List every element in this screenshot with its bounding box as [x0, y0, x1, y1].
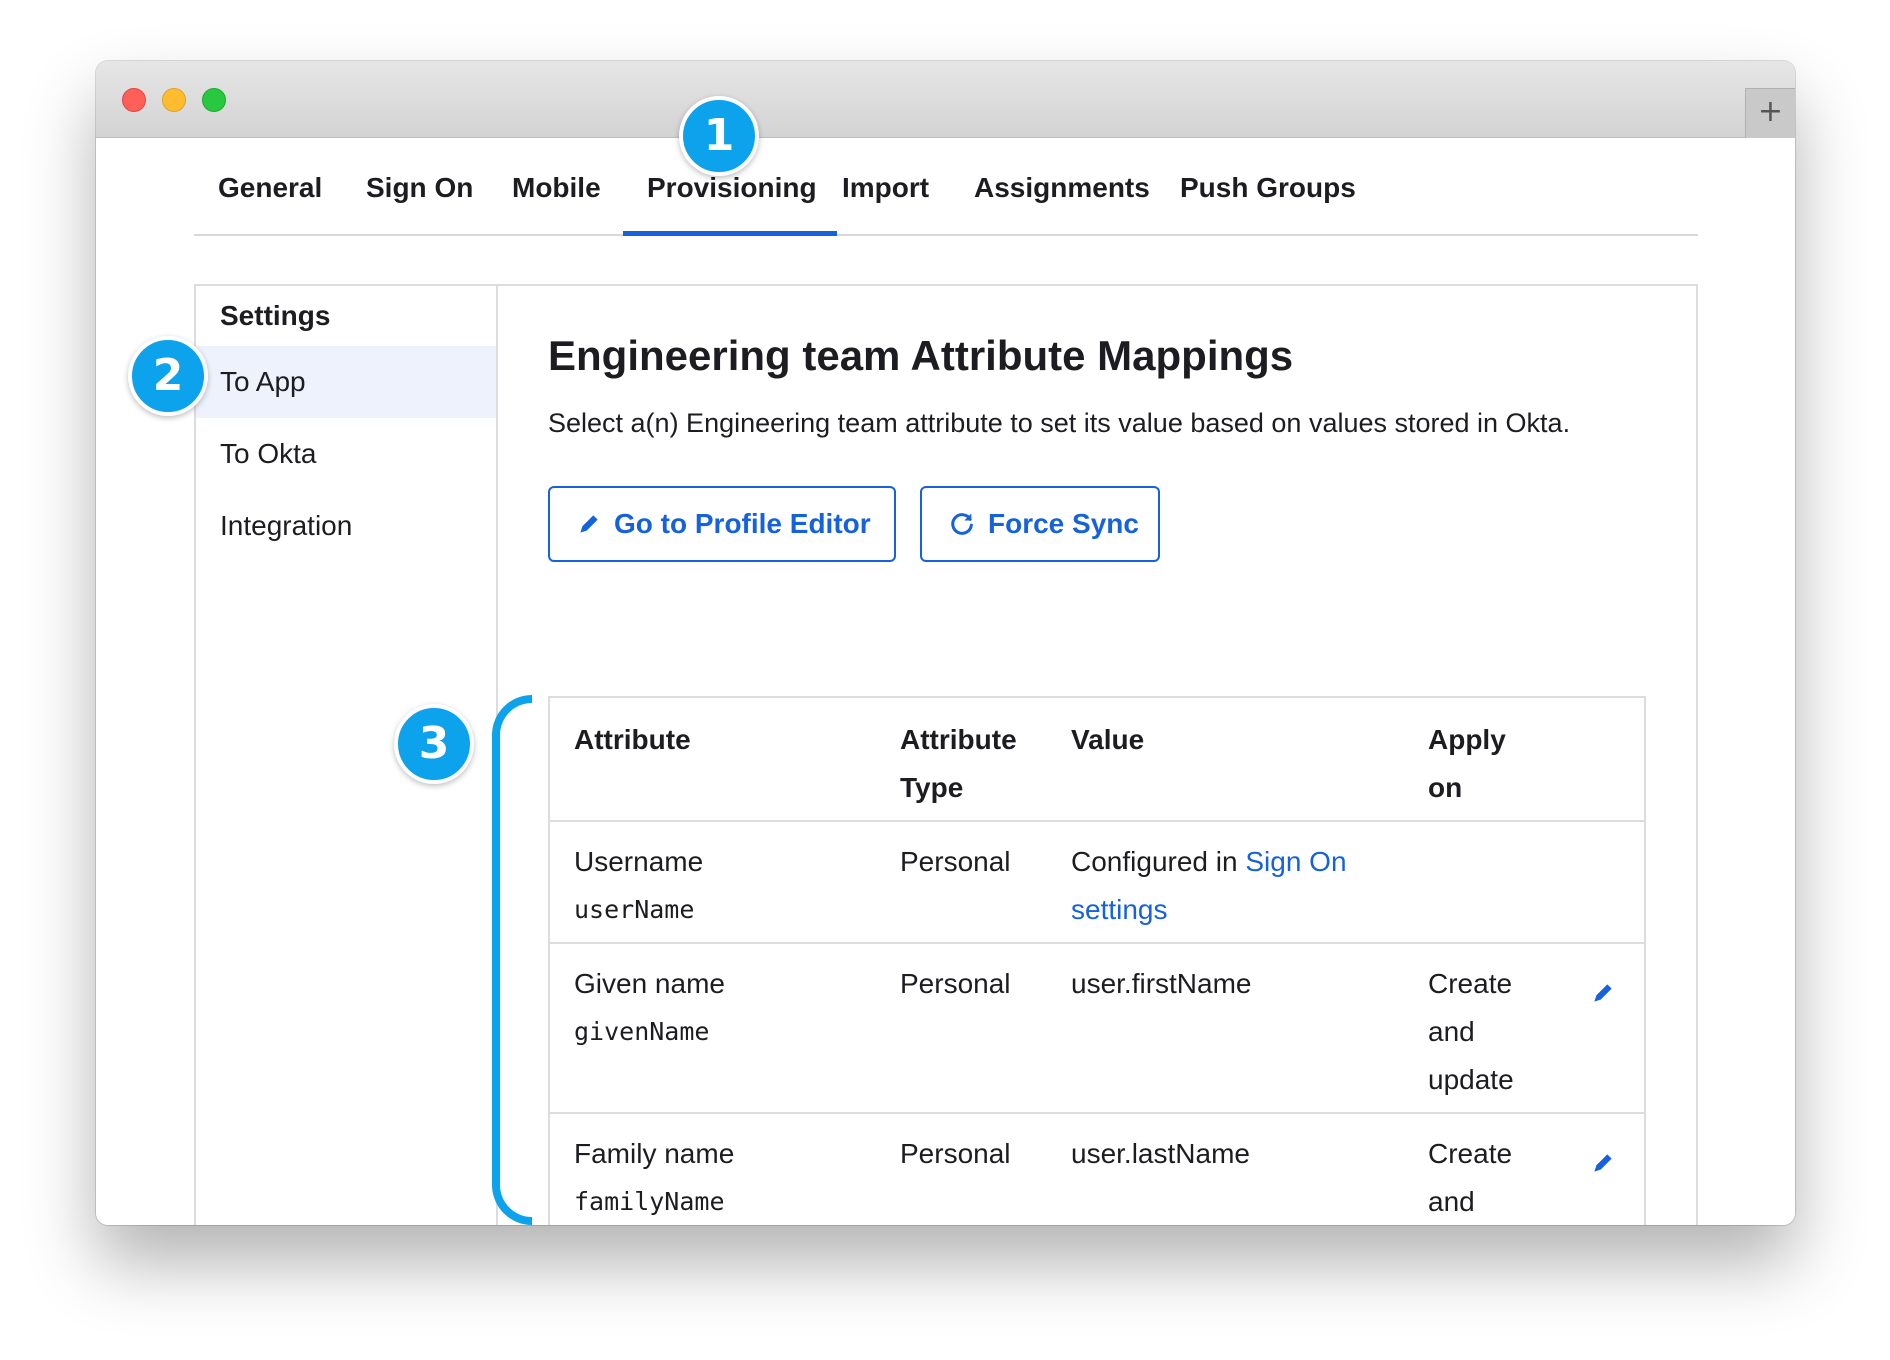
force-sync-button[interactable]: Force Sync [920, 486, 1160, 562]
attribute-name: Username [574, 846, 704, 877]
value-cell: user.firstName [1071, 968, 1252, 999]
callout-bracket [492, 695, 532, 1225]
pencil-icon[interactable] [1590, 1150, 1616, 1176]
attribute-type-cell: Personal [900, 1138, 1011, 1169]
attribute-name: Family name [574, 1138, 735, 1169]
sign-on-settings-link[interactable]: Sign On [1245, 846, 1346, 877]
tab-push-groups[interactable]: Push Groups [1156, 138, 1380, 236]
callout-badge-3: 3 [394, 704, 474, 784]
zoom-window-button[interactable] [202, 88, 226, 112]
attribute-cell: Given name givenName [574, 960, 725, 1056]
browser-window: + General Sign On Mobile Provisioning Im… [96, 61, 1795, 1225]
header-attribute-type-line2: Type [900, 772, 964, 803]
apply-on-cell: Create and [1428, 1130, 1512, 1225]
table-row: Family name familyName Personal user.las… [550, 1114, 1644, 1225]
sidebar-heading: Settings [220, 300, 331, 331]
value-cell: user.lastName [1071, 1138, 1250, 1169]
page-title: Engineering team Attribute Mappings [548, 332, 1294, 379]
pencil-icon[interactable] [1590, 980, 1616, 1006]
value-cell: Configured in Sign On settings [1071, 838, 1347, 934]
value-prefix: Configured in [1071, 846, 1246, 877]
callout-badge-2: 2 [128, 336, 208, 416]
tab-general[interactable]: General [194, 138, 346, 236]
attribute-type-cell: Personal [900, 846, 1011, 877]
table-row: Given name givenName Personal user.first… [550, 944, 1644, 1114]
attribute-cell: Username userName [574, 838, 703, 934]
header-attribute-type-line1: Attribute [900, 724, 1017, 755]
apply-on-line1: Create [1428, 1138, 1513, 1169]
header-attribute: Attribute [574, 724, 691, 755]
close-window-button[interactable] [122, 88, 146, 112]
apply-on-line2: and [1428, 1016, 1475, 1047]
tab-bar: General Sign On Mobile Provisioning Impo… [194, 138, 1698, 236]
refresh-icon [951, 513, 973, 535]
minimize-window-button[interactable] [162, 88, 186, 112]
sidebar-item-to-okta[interactable]: To Okta [196, 418, 496, 490]
header-value: Value [1071, 724, 1145, 755]
header-apply-on-line1: Apply [1428, 724, 1506, 755]
new-tab-button[interactable]: + [1745, 88, 1795, 138]
table-row: Username userName Personal Configured in… [550, 822, 1644, 944]
header-apply-on: Apply on [1428, 716, 1506, 812]
attribute-mappings-table: Attribute Attribute Type Value Apply on [548, 696, 1646, 1225]
sign-on-settings-link-line2[interactable]: settings [1071, 886, 1347, 934]
sidebar-item-integration[interactable]: Integration [196, 490, 496, 562]
tab-assignments[interactable]: Assignments [950, 138, 1174, 236]
title-bar: + [96, 61, 1795, 138]
apply-on-cell: Create and update [1428, 960, 1514, 1104]
pencil-icon [580, 515, 598, 533]
go-to-profile-editor-button[interactable]: Go to Profile Editor [548, 486, 896, 562]
header-apply-on-line2: on [1428, 772, 1463, 803]
attribute-name: Given name [574, 968, 725, 999]
force-sync-label: Force Sync [988, 508, 1139, 539]
page-description: Select a(n) Engineering team attribute t… [548, 408, 1571, 438]
sidebar-item-to-app[interactable]: To App [196, 346, 496, 418]
profile-editor-label: Go to Profile Editor [614, 508, 871, 539]
apply-on-line2: and [1428, 1186, 1475, 1217]
tab-import[interactable]: Import [818, 138, 953, 236]
tab-mobile[interactable]: Mobile [488, 138, 625, 236]
attribute-variable: givenName [574, 1017, 710, 1046]
attribute-cell: Family name familyName [574, 1130, 734, 1225]
table-header: Attribute Attribute Type Value Apply on [550, 698, 1644, 822]
mappings-main: Engineering team Attribute Mappings Sele… [498, 286, 1696, 1225]
apply-on-line1: Create [1428, 968, 1513, 999]
attribute-type-cell: Personal [900, 968, 1011, 999]
callout-badge-1: 1 [679, 96, 759, 176]
attribute-variable: userName [574, 895, 695, 924]
apply-on-line3: update [1428, 1064, 1514, 1095]
attribute-variable: familyName [574, 1187, 725, 1216]
app-content: General Sign On Mobile Provisioning Impo… [96, 138, 1795, 1225]
header-attribute-type: Attribute Type [900, 716, 1017, 812]
tab-sign-on[interactable]: Sign On [342, 138, 497, 236]
